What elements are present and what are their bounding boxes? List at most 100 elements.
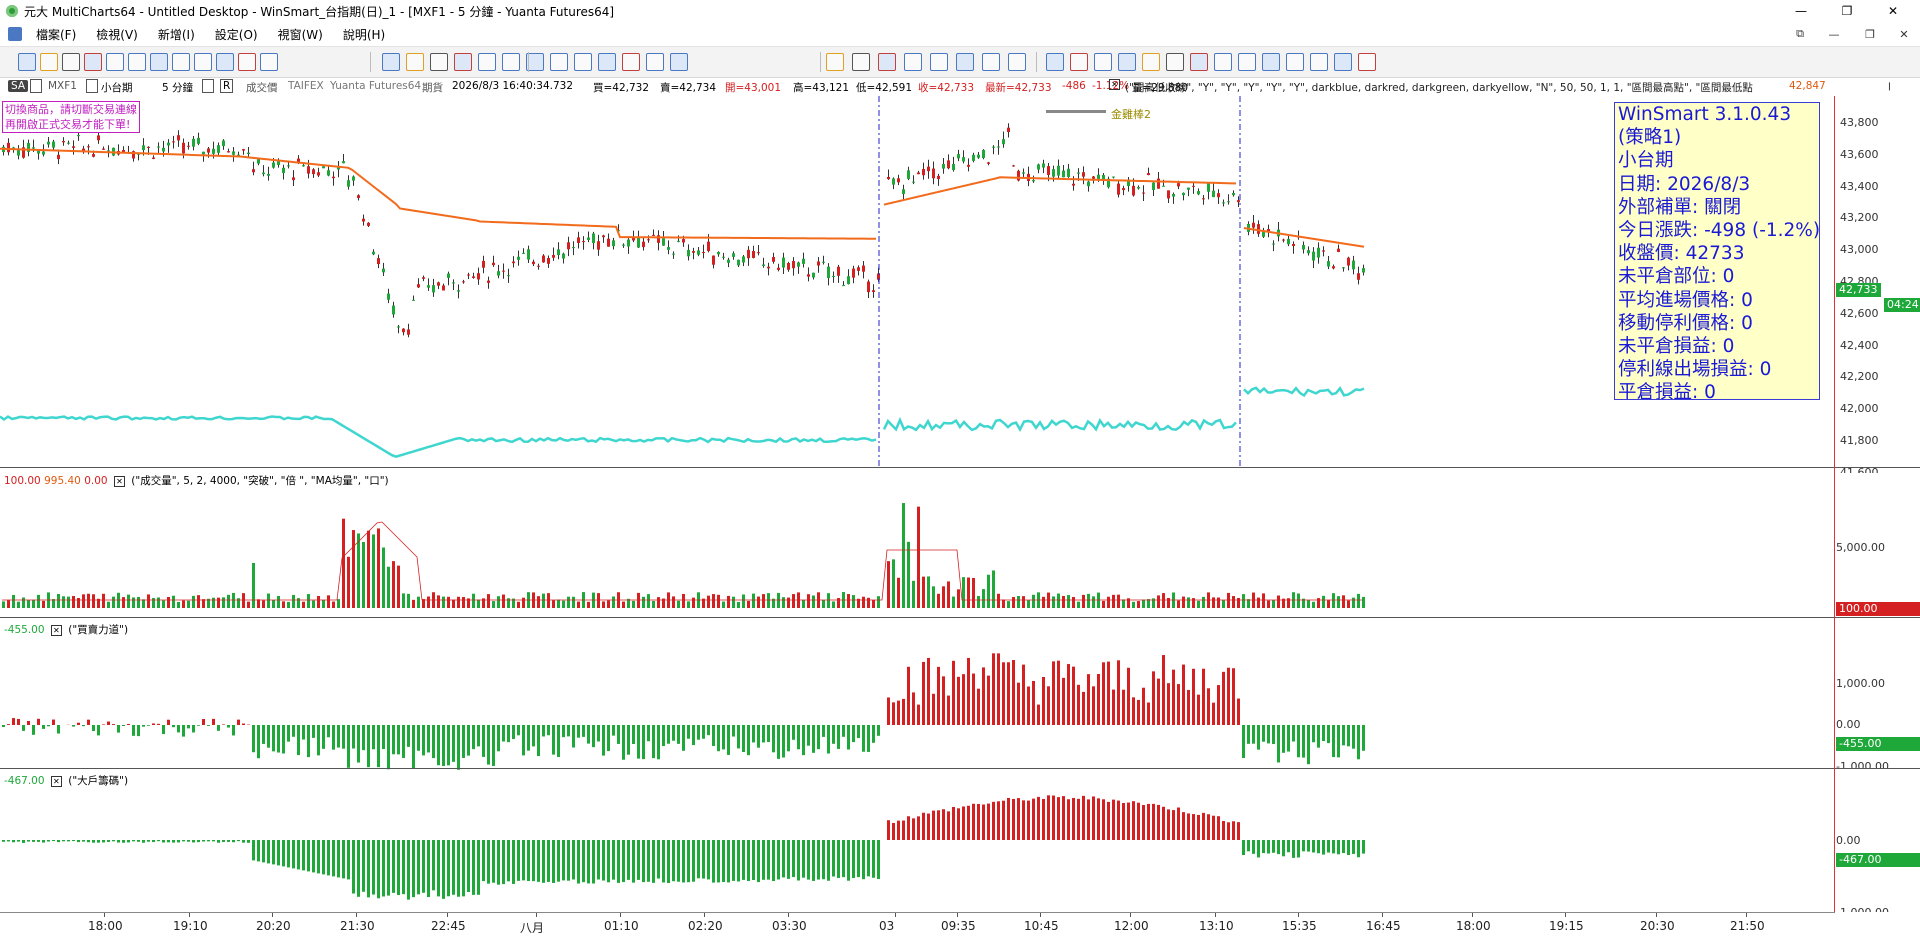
buysell-tick: 0.00 bbox=[1836, 718, 1861, 731]
candle-body bbox=[957, 154, 960, 158]
toolbar-tool-icon[interactable] bbox=[1214, 53, 1232, 71]
menu-settings[interactable]: 設定(O) bbox=[205, 26, 268, 43]
realtime-badge[interactable]: R bbox=[220, 79, 233, 93]
close-study-icon[interactable]: ✕ bbox=[1109, 79, 1120, 90]
mdi-minimize-button[interactable]: — bbox=[1820, 24, 1848, 44]
panel-divider[interactable] bbox=[0, 617, 1920, 618]
toolbar-tool-icon[interactable] bbox=[382, 53, 400, 71]
close-study-icon[interactable]: ✕ bbox=[51, 625, 62, 636]
toolbar-tool-icon[interactable] bbox=[574, 53, 592, 71]
toolbar-tool-icon[interactable] bbox=[454, 53, 472, 71]
volume-bar bbox=[267, 594, 270, 608]
toolbar-tool-icon[interactable] bbox=[1310, 53, 1328, 71]
mdi-maximize-button[interactable]: ❐ bbox=[1856, 24, 1884, 44]
toolbar-tool-icon[interactable] bbox=[670, 53, 688, 71]
time-tick-mark bbox=[1382, 913, 1383, 917]
toolbar-tool-icon[interactable] bbox=[106, 53, 124, 71]
toolbar-tool-icon[interactable] bbox=[18, 53, 36, 71]
toolbar-tool-icon[interactable] bbox=[1046, 53, 1064, 71]
volume-bar bbox=[777, 593, 780, 608]
toolbar-tool-icon[interactable] bbox=[646, 53, 664, 71]
bigplayer-bar bbox=[37, 840, 40, 842]
toolbar-tool-icon[interactable] bbox=[550, 53, 568, 71]
close-button[interactable]: ✕ bbox=[1870, 0, 1916, 22]
close-study-icon[interactable]: ✕ bbox=[51, 776, 62, 787]
buysell-bar bbox=[1117, 660, 1120, 725]
toolbar-tool-icon[interactable] bbox=[1262, 53, 1280, 71]
toolbar-tool-icon[interactable] bbox=[878, 53, 896, 71]
volume-bar bbox=[657, 597, 660, 608]
toolbar-tool-icon[interactable] bbox=[1094, 53, 1112, 71]
bigplayer-bar bbox=[977, 804, 980, 840]
toolbar-tool-icon[interactable] bbox=[84, 53, 102, 71]
maximize-button[interactable]: ❐ bbox=[1824, 0, 1870, 22]
chevron-down-icon[interactable] bbox=[30, 79, 42, 93]
price-tick: 43,800 bbox=[1840, 116, 1879, 129]
menu-window[interactable]: 視窗(W) bbox=[268, 26, 333, 43]
bigplayer-bar bbox=[1277, 840, 1280, 854]
toolbar-tool-icon[interactable] bbox=[1334, 53, 1352, 71]
bigplayer-bar bbox=[1027, 801, 1030, 840]
candle-body bbox=[1157, 179, 1160, 189]
toolbar-tool-icon[interactable] bbox=[216, 53, 234, 71]
buysell-bar bbox=[1027, 687, 1030, 725]
candle-body bbox=[682, 239, 685, 242]
panel-divider[interactable] bbox=[0, 467, 1920, 468]
toolbar-tool-icon[interactable] bbox=[238, 53, 256, 71]
time-tick-mark bbox=[1746, 913, 1747, 917]
mdi-close-button[interactable]: ✕ bbox=[1890, 24, 1918, 44]
minimize-button[interactable]: — bbox=[1778, 0, 1824, 22]
toolbar-tool-icon[interactable] bbox=[1008, 53, 1026, 71]
toolbar-tool-icon[interactable] bbox=[194, 53, 212, 71]
toolbar-tool-icon[interactable] bbox=[1238, 53, 1256, 71]
panel-divider[interactable] bbox=[0, 768, 1920, 769]
buysell-bar bbox=[1087, 674, 1090, 725]
bigplayer-bar bbox=[1132, 801, 1135, 840]
toolbar-tool-icon[interactable] bbox=[430, 53, 448, 71]
candle-body bbox=[327, 170, 330, 175]
buysell-bar bbox=[1057, 661, 1060, 725]
mdi-restore-icon[interactable]: ⧉ bbox=[1786, 24, 1814, 44]
toolbar-tool-icon[interactable] bbox=[1190, 53, 1208, 71]
toolbar-tool-icon[interactable] bbox=[406, 53, 424, 71]
buysell-bar bbox=[702, 725, 705, 739]
buysell-bar bbox=[802, 725, 805, 755]
toolbar-tool-icon[interactable] bbox=[1358, 53, 1376, 71]
toolbar-tool-icon[interactable] bbox=[150, 53, 168, 71]
chevron-down-icon[interactable] bbox=[202, 79, 214, 93]
toolbar-tool-icon[interactable] bbox=[852, 53, 870, 71]
toolbar-tool-icon[interactable] bbox=[40, 53, 58, 71]
sa-badge[interactable]: SA bbox=[8, 80, 28, 92]
panel-toggle-icon[interactable]: ▮◦ bbox=[1888, 80, 1890, 92]
toolbar-tool-icon[interactable] bbox=[1286, 53, 1304, 71]
toolbar-tool-icon[interactable] bbox=[1070, 53, 1088, 71]
toolbar-tool-icon[interactable] bbox=[956, 53, 974, 71]
menu-file[interactable]: 檔案(F) bbox=[26, 26, 86, 43]
candle-body bbox=[37, 151, 40, 154]
menu-view[interactable]: 檢視(V) bbox=[86, 26, 148, 43]
toolbar-tool-icon[interactable] bbox=[1142, 53, 1160, 71]
aux-line bbox=[1244, 388, 1364, 396]
toolbar-tool-icon[interactable] bbox=[260, 53, 278, 71]
candle-body bbox=[757, 252, 760, 253]
toolbar-tool-icon[interactable] bbox=[172, 53, 190, 71]
toolbar-tool-icon[interactable] bbox=[478, 53, 496, 71]
toolbar-tool-icon[interactable] bbox=[930, 53, 948, 71]
toolbar-tool-icon[interactable] bbox=[62, 53, 80, 71]
close-study-icon[interactable]: ✕ bbox=[114, 476, 125, 487]
toolbar-tool-icon[interactable] bbox=[598, 53, 616, 71]
chevron-down-icon[interactable] bbox=[86, 79, 98, 93]
volume-bar bbox=[82, 594, 85, 608]
volume-bar bbox=[232, 593, 235, 608]
toolbar-tool-icon[interactable] bbox=[502, 53, 520, 71]
toolbar-tool-icon[interactable] bbox=[128, 53, 146, 71]
toolbar-tool-icon[interactable] bbox=[622, 53, 640, 71]
toolbar-tool-icon[interactable] bbox=[904, 53, 922, 71]
toolbar-tool-icon[interactable] bbox=[982, 53, 1000, 71]
menu-insert[interactable]: 新增(I) bbox=[148, 26, 205, 43]
volume-bar bbox=[1137, 601, 1140, 608]
toolbar-tool-icon[interactable] bbox=[1118, 53, 1136, 71]
toolbar-tool-icon[interactable] bbox=[826, 53, 844, 71]
menu-help[interactable]: 說明(H) bbox=[333, 26, 395, 43]
toolbar-tool-icon[interactable] bbox=[1166, 53, 1184, 71]
